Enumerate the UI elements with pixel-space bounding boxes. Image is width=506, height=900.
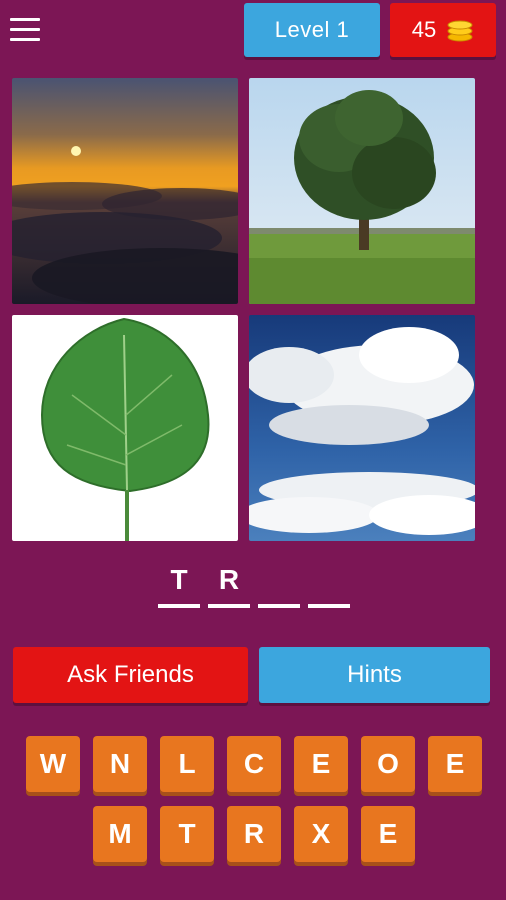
letter-key[interactable]: L [160,736,214,792]
clue-image-leaf[interactable] [12,315,238,541]
key-label: X [311,818,331,849]
answer-slots: T R [0,562,506,612]
answer-slot[interactable] [258,562,300,608]
letter-key[interactable]: E [361,806,415,862]
letter-key[interactable]: O [361,736,415,792]
letter-key[interactable]: X [294,806,348,862]
key-label: W [39,748,67,779]
letter-key[interactable]: M [93,806,147,862]
level-label: Level 1 [274,17,350,42]
answer-slot[interactable] [308,562,350,608]
ask-friends-button[interactable]: Ask Friends [13,647,248,703]
answer-letter: R [218,564,240,595]
ask-friends-label: Ask Friends [67,661,194,688]
clue-image-sunset[interactable] [12,78,238,304]
key-label: E [378,818,398,849]
answer-slot[interactable]: R [208,562,250,608]
clue-image-tree[interactable] [249,78,475,304]
letter-key[interactable]: E [294,736,348,792]
letter-key[interactable]: N [93,736,147,792]
key-label: M [108,818,132,849]
key-label: L [178,748,196,779]
key-label: N [109,748,131,779]
clue-image-clouds[interactable] [249,315,475,541]
key-label: C [243,748,265,779]
letter-key[interactable]: T [160,806,214,862]
key-label: R [243,818,265,849]
key-label: O [377,748,399,779]
letter-key[interactable]: C [227,736,281,792]
answer-letter: T [170,564,188,595]
key-label: T [178,818,196,849]
key-label: E [311,748,331,779]
letter-key[interactable]: R [227,806,281,862]
coin-stack-icon [447,20,473,42]
answer-slot[interactable]: T [158,562,200,608]
hints-label: Hints [347,661,402,688]
hints-button[interactable]: Hints [259,647,490,703]
letter-key[interactable]: E [428,736,482,792]
coins-badge[interactable]: 45 [390,3,496,57]
level-badge[interactable]: Level 1 [244,3,380,57]
coin-count: 45 [411,17,437,42]
menu-icon[interactable] [10,18,40,42]
key-label: E [445,748,465,779]
letter-key[interactable]: W [26,736,80,792]
